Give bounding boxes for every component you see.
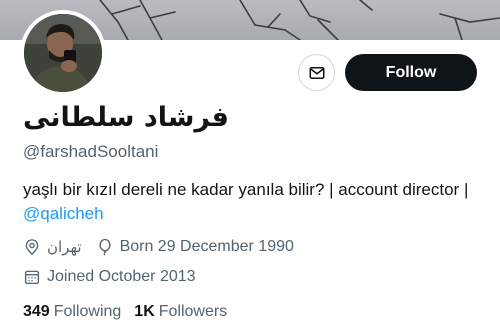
calendar-icon: [24, 270, 40, 285]
following-count: 349: [23, 303, 50, 320]
joined-text: Joined October 2013: [47, 268, 196, 285]
followers-label: Followers: [158, 303, 228, 320]
avatar-photo: [24, 14, 102, 92]
user-handle: @farshadSooltani: [23, 142, 159, 161]
bio-mention-link[interactable]: @qalicheh: [23, 204, 104, 223]
avatar[interactable]: [20, 10, 106, 96]
balloon-icon: [99, 238, 111, 256]
location-item: تهران: [23, 238, 82, 256]
location-text: تهران: [47, 238, 82, 256]
following-link[interactable]: 349 Following: [23, 301, 121, 323]
birthday-item: Born 29 December 1990: [96, 238, 294, 256]
follow-stats: 349 Following 1K Followers: [23, 301, 227, 323]
profile-meta-row-joined: Joined October 2013: [23, 266, 196, 288]
profile-meta-row: تهران Born 29 December 1990: [23, 236, 294, 258]
followers-link[interactable]: 1K Followers: [134, 301, 227, 323]
follow-button[interactable]: Follow: [345, 54, 477, 91]
followers-count: 1K: [134, 303, 155, 320]
bio-text: yaşlı bir kızıl dereli ne kadar yanıla b…: [23, 180, 469, 199]
message-button[interactable]: [298, 54, 335, 91]
mail-icon: [309, 66, 324, 79]
following-label: Following: [53, 303, 122, 320]
display-name: فرشاد سلطانی: [23, 102, 229, 133]
bio: yaşlı bir kızıl dereli ne kadar yanıla b…: [23, 178, 483, 226]
joined-item: Joined October 2013: [23, 268, 196, 286]
location-pin-icon: [25, 239, 39, 256]
birthday-text: Born 29 December 1990: [119, 238, 294, 255]
